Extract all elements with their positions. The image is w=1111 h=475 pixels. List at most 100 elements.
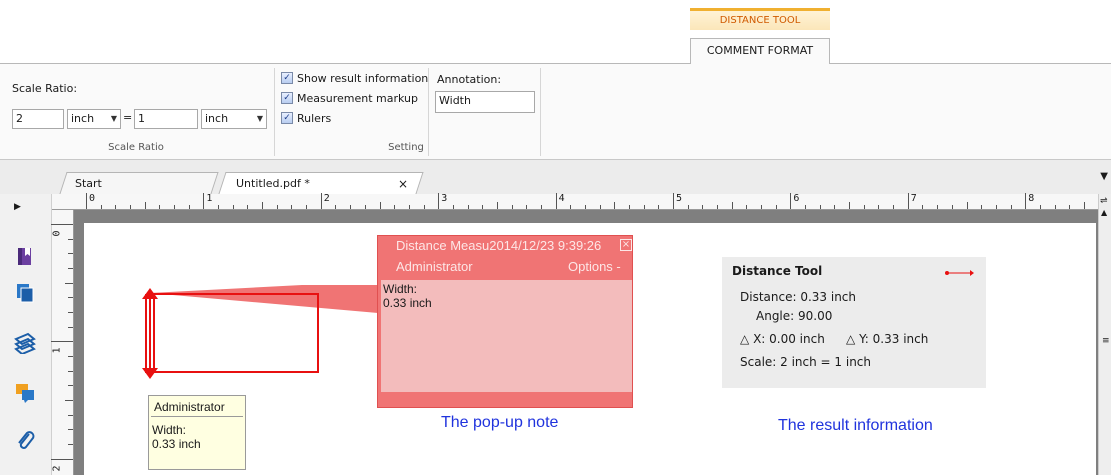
ruler-minor-tick <box>805 205 807 209</box>
ruler-minor-tick <box>1054 205 1056 209</box>
close-icon[interactable]: × <box>620 239 632 251</box>
ruler-minor-tick <box>717 205 719 209</box>
ruler-minor-tick <box>68 385 73 387</box>
ruler-label: 0 <box>89 193 96 204</box>
scale-left-unit-select[interactable]: inch ▼ <box>67 109 121 129</box>
ruler-minor-tick <box>614 202 616 209</box>
ruler-minor-tick <box>68 444 73 446</box>
result-dx-row: △ X: 0.00 inch <box>740 332 825 346</box>
measurement-markup[interactable] <box>130 285 390 380</box>
ruler-minor-tick <box>68 312 73 314</box>
ruler-minor-tick <box>423 205 425 209</box>
ruler-minor-tick <box>834 205 836 209</box>
ruler-minor-tick <box>570 205 572 209</box>
ruler-minor-tick <box>174 205 176 209</box>
ruler-minor-tick <box>188 205 190 209</box>
ruler-label: 2 <box>51 465 63 472</box>
scale-ratio-title: Scale Ratio: <box>12 82 78 95</box>
ruler-minor-tick <box>540 205 542 209</box>
ruler-major-tick <box>320 193 322 209</box>
ruler-minor-tick <box>68 356 73 358</box>
ruler-major-tick <box>438 193 440 209</box>
ruler-minor-tick <box>584 205 586 209</box>
popup-note-body[interactable]: Width: 0.33 inch <box>381 280 632 392</box>
group-divider <box>274 68 275 156</box>
ruler-minor-tick <box>467 205 469 209</box>
ruler-minor-tick <box>159 205 161 209</box>
tooltip-author: Administrator <box>151 396 243 417</box>
annotation-label: Annotation: <box>437 73 502 86</box>
ruler-minor-tick <box>247 205 249 209</box>
pages-icon[interactable] <box>14 282 36 304</box>
tab-file-label: Untitled.pdf * <box>236 177 310 190</box>
checkmark-icon: ✓ <box>281 92 293 104</box>
chevron-down-icon: ▼ <box>256 114 263 123</box>
layers-icon[interactable] <box>14 332 36 356</box>
ruler-minor-tick <box>819 205 821 209</box>
annotation-input[interactable]: Width <box>435 91 535 113</box>
ruler-major-tick <box>555 193 557 209</box>
measurement-markup-checkbox[interactable]: ✓ Measurement markup <box>281 89 418 107</box>
hover-tooltip: Administrator Width: 0.33 inch <box>148 395 246 470</box>
ruler-label: 1 <box>51 347 63 354</box>
ruler-minor-tick <box>951 205 953 209</box>
ruler-minor-tick <box>68 370 73 372</box>
rulers-checkbox[interactable]: ✓ Rulers <box>281 109 331 127</box>
ruler-minor-tick <box>68 297 73 299</box>
ruler-minor-tick <box>65 400 73 402</box>
popup-caption: The pop-up note <box>441 414 559 431</box>
setting-group-label: Setting <box>388 142 424 153</box>
popup-line-1: Width: <box>383 282 418 296</box>
ruler-minor-tick <box>276 205 278 209</box>
bookmark-icon[interactable] <box>14 246 36 268</box>
scale-equals-sign: = <box>123 111 133 124</box>
popup-options-menu[interactable]: Options - <box>568 259 621 274</box>
ruler-major-tick <box>673 193 674 209</box>
ruler-minor-tick <box>306 205 308 209</box>
show-result-checkbox[interactable]: ✓ Show result information <box>281 69 428 87</box>
vertical-scrollbar[interactable]: ⇌ ▲ ≡ <box>1098 194 1111 475</box>
tab-start-label: Start <box>75 177 102 190</box>
attachment-icon[interactable] <box>14 430 36 452</box>
close-tab-icon[interactable]: × <box>398 177 408 191</box>
ruler-minor-tick <box>628 205 630 209</box>
comments-icon[interactable] <box>14 382 36 404</box>
ruler-minor-tick <box>599 205 601 209</box>
result-information-panel: Distance Tool Distance: 0.33 inch Angle:… <box>722 257 986 388</box>
ruler-minor-tick <box>68 326 73 328</box>
scroll-up-arrow-icon[interactable]: ▲ <box>1101 208 1107 217</box>
ruler-minor-tick <box>350 205 352 209</box>
ruler-minor-tick <box>775 205 777 209</box>
distance-line-icon <box>945 270 974 276</box>
measured-rectangle <box>153 293 319 373</box>
ruler-minor-tick <box>364 205 366 209</box>
ruler-minor-tick <box>482 205 484 209</box>
arrow-down-icon <box>142 368 158 379</box>
scale-right-value-input[interactable]: 1 <box>134 109 198 129</box>
popup-author: Administrator <box>396 259 473 274</box>
ruler-minor-tick <box>1010 205 1012 209</box>
ruler-minor-tick <box>496 202 498 209</box>
ruler-label: 1 <box>206 193 213 204</box>
ruler-minor-tick <box>115 205 117 209</box>
chevron-down-icon[interactable]: ▼ <box>1100 171 1108 182</box>
ruler-minor-tick <box>379 202 381 209</box>
ruler-major-tick <box>907 193 909 209</box>
ruler-minor-tick <box>981 205 983 209</box>
split-icon[interactable]: ⇌ <box>1100 196 1108 206</box>
scale-left-value-input[interactable]: 2 <box>12 109 64 129</box>
ruler-minor-tick <box>995 205 997 209</box>
scale-right-unit-select[interactable]: inch ▼ <box>201 109 267 129</box>
scale-right-unit-label: inch <box>205 112 229 125</box>
rulers-label: Rulers <box>297 111 332 125</box>
document-tab-strip: Start Untitled.pdf * × ▼ <box>0 160 1111 194</box>
ruler-minor-tick <box>262 202 264 209</box>
ruler-minor-tick <box>218 205 220 209</box>
ruler-minor-tick <box>68 268 73 270</box>
tab-comment-format[interactable]: COMMENT FORMAT <box>690 38 830 64</box>
expand-arrow-icon[interactable]: ▶ <box>14 202 21 212</box>
measurement-markup-label: Measurement markup <box>297 91 418 105</box>
ruler-minor-tick <box>893 205 895 209</box>
ruler-label: 2 <box>323 193 330 204</box>
scroll-grip-icon[interactable]: ≡ <box>1102 336 1110 346</box>
